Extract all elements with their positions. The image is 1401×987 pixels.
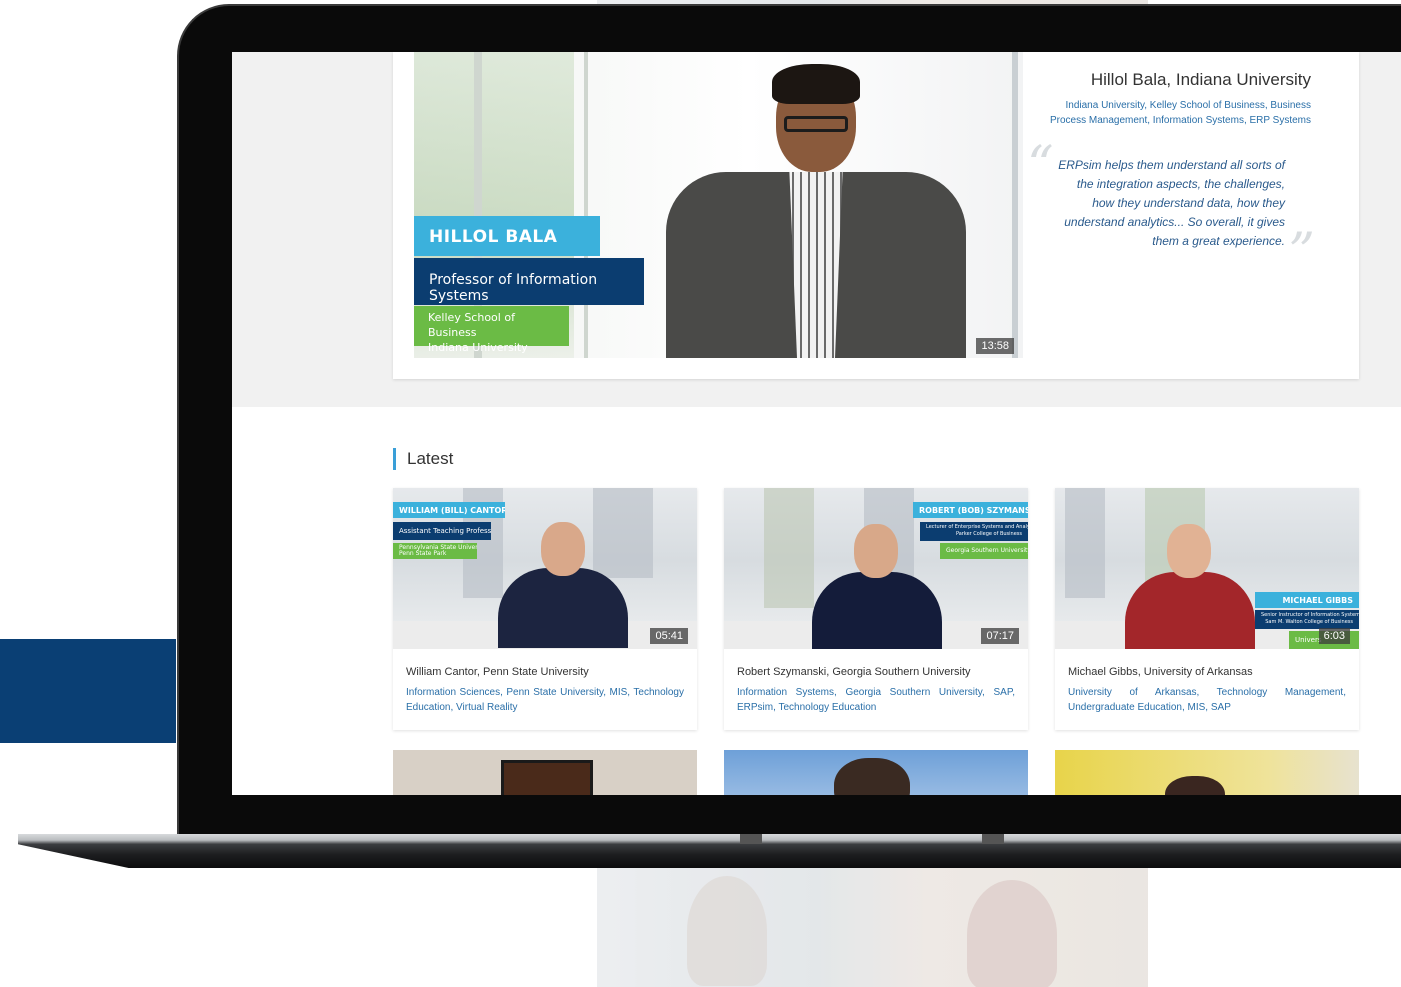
video-thumbnail[interactable]: MICHAEL GIBBS Senior Instructor of Infor…	[1055, 488, 1359, 649]
lower-third-name: ROBERT (BOB) SZYMANSKI	[913, 502, 1028, 518]
speaker-figure	[666, 62, 966, 358]
lower-third-school: Georgia Southern University	[940, 543, 1028, 559]
video-thumbnail[interactable]: WILLIAM (BILL) CANTOR Assistant Teaching…	[393, 488, 697, 649]
lower-third-title: Assistant Teaching Professor	[393, 522, 491, 540]
speaker-figure	[812, 572, 942, 649]
tag-line[interactable]: Process Management, Information Systems,…	[1037, 113, 1311, 128]
speaker-figure	[834, 758, 910, 795]
section-heading-latest: Latest	[393, 448, 453, 470]
background-photo-bottom	[597, 866, 1148, 987]
duration-badge: 05:41	[650, 628, 688, 644]
video-title[interactable]: Michael Gibbs, University of Arkansas	[1068, 666, 1253, 678]
close-quote-icon: ”	[1288, 223, 1315, 283]
video-card[interactable]: MICHAEL GIBBS Senior Instructor of Infor…	[1055, 488, 1359, 730]
quote-line: the integration aspects, the challenges,	[1076, 177, 1285, 191]
laptop-screen: HILLOL BALA Professor of Information Sys…	[232, 52, 1401, 795]
featured-tags: Indiana University, Kelley School of Bus…	[1037, 98, 1311, 128]
wall-painting	[501, 760, 593, 795]
featured-info: Hillol Bala, Indiana University Indiana …	[1027, 70, 1315, 279]
lower-third-name: MICHAEL GIBBS	[1255, 592, 1359, 608]
video-thumbnail[interactable]	[1055, 750, 1359, 795]
video-tags[interactable]: Information Systems, Georgia Southern Un…	[737, 685, 1015, 715]
featured-title[interactable]: Hillol Bala, Indiana University	[1037, 70, 1311, 90]
speaker-figure	[1125, 572, 1255, 649]
video-title[interactable]: William Cantor, Penn State University	[406, 666, 589, 678]
quote-line: how they understand data, how they	[1092, 196, 1285, 210]
video-thumbnail[interactable]	[393, 750, 697, 795]
quote-line: ERPsim helps them understand all sorts o…	[1058, 158, 1285, 172]
lower-third-school-line: Indiana University	[428, 341, 528, 354]
quote-line: understand analytics... So overall, it g…	[1064, 215, 1285, 229]
video-tags[interactable]: Information Sciences, Penn State Univers…	[406, 685, 684, 715]
featured-video-card[interactable]: HILLOL BALA Professor of Information Sys…	[393, 52, 1359, 379]
laptop-hinge-left	[740, 834, 762, 844]
video-title[interactable]: Robert Szymanski, Georgia Southern Unive…	[737, 666, 971, 678]
window-frame	[1012, 52, 1018, 358]
lower-third-title: Senior Instructor of Information Systems…	[1255, 610, 1359, 629]
laptop-base	[18, 834, 1401, 868]
speaker-figure	[1165, 776, 1225, 795]
background-person-right	[967, 880, 1057, 987]
lower-third-title: Lecturer of Enterprise Systems and Analy…	[920, 522, 1028, 541]
laptop-hinge-right	[982, 834, 1004, 844]
video-thumbnail[interactable]	[724, 750, 1028, 795]
lower-third-school: Pennsylvania State University - Penn Sta…	[393, 543, 477, 559]
duration-badge: 6:03	[1318, 628, 1350, 644]
duration-badge: 13:58	[976, 338, 1014, 354]
background-person-left	[687, 876, 767, 986]
lower-third-name: HILLOL BALA	[414, 216, 600, 256]
speaker-figure	[498, 568, 628, 648]
lower-third-name: WILLIAM (BILL) CANTOR	[393, 502, 505, 518]
quote-line: them a great experience.	[1152, 234, 1285, 248]
video-card[interactable]: WILLIAM (BILL) CANTOR Assistant Teaching…	[393, 488, 697, 730]
lower-third-title: Professor of Information Systems	[414, 258, 644, 305]
tag-line[interactable]: Indiana University, Kelley School of Bus…	[1037, 98, 1312, 113]
featured-video-thumbnail[interactable]: HILLOL BALA Professor of Information Sys…	[414, 52, 1023, 358]
lower-third-school-line: Kelley School of Business	[428, 311, 515, 339]
video-tags[interactable]: University of Arkansas, Technology Manag…	[1068, 685, 1346, 715]
open-quote-icon: “	[1027, 136, 1054, 196]
lower-third-school: Kelley School of Business Indiana Univer…	[414, 306, 569, 354]
video-card[interactable]: ROBERT (BOB) SZYMANSKI Lecturer of Enter…	[724, 488, 1028, 730]
testimonial-quote: “ ERPsim helps them understand all sorts…	[1027, 140, 1315, 279]
decorative-blue-block	[0, 639, 176, 743]
window-frame	[584, 52, 588, 358]
duration-badge: 07:17	[981, 628, 1019, 644]
video-thumbnail[interactable]: ROBERT (BOB) SZYMANSKI Lecturer of Enter…	[724, 488, 1028, 649]
